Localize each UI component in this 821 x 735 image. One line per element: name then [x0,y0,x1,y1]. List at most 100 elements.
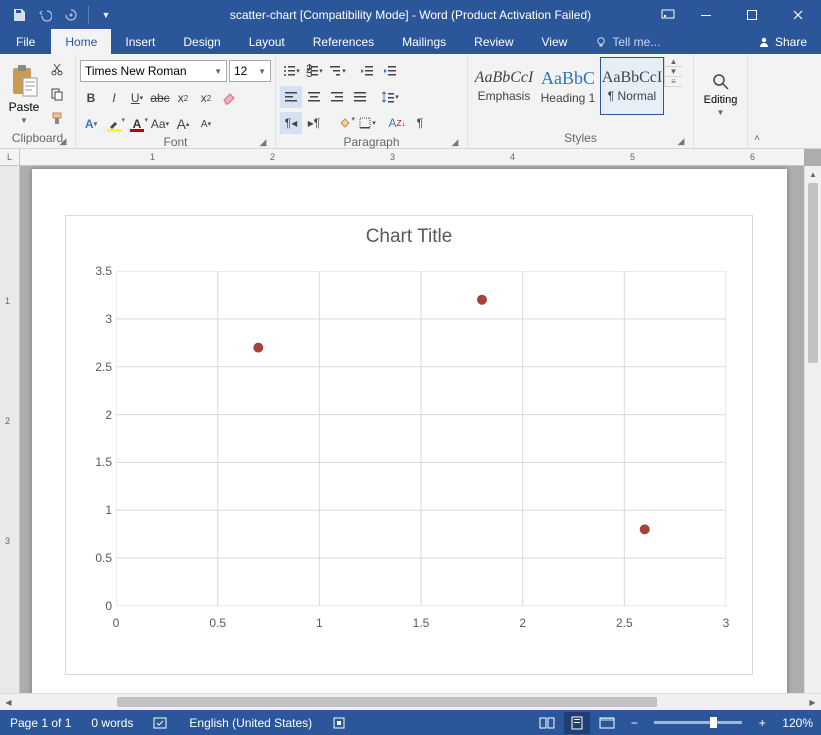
data-point-3 [640,524,650,534]
zoom-out-button[interactable]: − [624,716,644,730]
status-macro[interactable] [322,716,356,730]
subscript-button[interactable]: x2 [172,87,194,109]
status-proofing[interactable] [143,716,179,730]
share-button[interactable]: Share [744,29,821,54]
paste-label: Paste [9,100,40,114]
align-center-button[interactable] [303,86,325,108]
paste-button[interactable]: Paste ▼ [4,57,44,131]
text-effects-button[interactable]: A▾ [80,113,102,135]
font-name-select[interactable]: Times New Roman▼ [80,60,227,82]
sort-button[interactable]: AZ↓ [386,112,408,134]
tab-view[interactable]: View [528,29,582,54]
minimize-button[interactable] [683,0,729,29]
page[interactable]: Chart Title 0 0.5 1 1.5 2 2.5 3 3.5 [32,169,787,699]
align-right-button[interactable] [326,86,348,108]
zoom-in-button[interactable]: + [752,716,772,730]
paragraph-launcher[interactable]: ◢ [449,136,461,148]
close-button[interactable] [775,0,821,29]
save-icon[interactable] [8,4,30,26]
clipboard-label: Clipboard [12,131,63,145]
bullets-button[interactable]: ▾ [280,60,302,82]
scroll-left-button[interactable]: ◀ [0,694,17,710]
highlight-button[interactable]: ▾ [103,113,125,135]
maximize-button[interactable] [729,0,775,29]
style-normal[interactable]: AaBbCcI ¶ Normal [600,57,664,115]
zoom-thumb[interactable] [710,717,717,728]
clipboard-launcher[interactable]: ◢ [57,135,69,147]
numbering-button[interactable]: 123▾ [303,60,325,82]
show-marks-button[interactable]: ¶ [409,112,431,134]
copy-icon [50,87,64,101]
multilevel-icon [328,64,342,78]
ltr-button[interactable]: ¶◂ [280,112,302,134]
tab-insert[interactable]: Insert [111,29,169,54]
tab-review[interactable]: Review [460,29,527,54]
grow-font-button[interactable]: A▴ [172,113,194,135]
scroll-right-button[interactable]: ▶ [804,694,821,710]
justify-button[interactable] [349,86,371,108]
style-emphasis[interactable]: AaBbCcI Emphasis [472,57,536,115]
tab-file[interactable]: File [0,29,51,54]
shading-button[interactable]: ▾ [333,112,355,134]
shrink-font-button[interactable]: A▾ [195,113,217,135]
ruler-horizontal[interactable]: 1 2 3 4 5 6 [20,149,804,166]
web-layout-button[interactable] [594,712,620,734]
align-left-button[interactable] [280,86,302,108]
proofing-icon [153,716,169,730]
find-button[interactable] [711,72,731,92]
rtl-button[interactable]: ▸¶ [303,112,325,134]
tab-home[interactable]: Home [51,29,111,54]
superscript-button[interactable]: x2 [195,87,217,109]
tab-mailings[interactable]: Mailings [388,29,460,54]
status-words[interactable]: 0 words [81,716,143,730]
tab-layout[interactable]: Layout [235,29,299,54]
tab-design[interactable]: Design [169,29,234,54]
line-spacing-button[interactable]: ▾ [379,86,401,108]
font-size-select[interactable]: 12▼ [229,60,271,82]
tell-me[interactable]: Tell me... [581,29,674,54]
redo-icon[interactable] [60,4,82,26]
bucket-icon [338,117,350,129]
tab-references[interactable]: References [299,29,388,54]
ruler-vertical[interactable]: 1 2 3 [0,166,20,708]
scroll-up-button[interactable]: ▲ [805,166,821,183]
underline-button[interactable]: U▾ [126,87,148,109]
cut-button[interactable] [46,59,68,81]
strikethrough-button[interactable]: abc [149,87,171,109]
scroll-thumb-v[interactable] [808,183,818,363]
share-label: Share [775,35,807,49]
status-language[interactable]: English (United States) [179,716,322,730]
macro-icon [332,716,346,730]
read-mode-button[interactable] [534,712,560,734]
undo-icon[interactable] [34,4,56,26]
web-layout-icon [599,717,615,729]
style-heading1[interactable]: AaBbC Heading 1 [536,57,600,115]
scrollbar-vertical[interactable]: ▲ ▼ [804,166,821,708]
font-launcher[interactable]: ◢ [257,136,269,148]
ribbon-options-icon[interactable] [653,0,683,29]
format-painter-button[interactable] [46,107,68,129]
zoom-slider[interactable] [654,721,742,724]
decrease-indent-button[interactable] [356,60,378,82]
italic-button[interactable]: I [103,87,125,109]
scrollbar-horizontal[interactable]: ◀ ▶ [0,693,821,710]
styles-scroll[interactable]: ▲▼≡ [664,57,682,87]
styles-launcher[interactable]: ◢ [675,135,687,147]
borders-button[interactable]: ▾ [356,112,378,134]
collapse-ribbon-button[interactable]: ˄ [748,54,766,148]
chart[interactable]: Chart Title 0 0.5 1 1.5 2 2.5 3 3.5 [65,215,753,675]
zoom-level[interactable]: 120% [776,716,813,730]
status-page[interactable]: Page 1 of 1 [0,716,81,730]
multilevel-button[interactable]: ▾ [326,60,348,82]
change-case-button[interactable]: Aa▾ [149,113,171,135]
copy-button[interactable] [46,83,68,105]
clear-format-button[interactable] [218,87,240,109]
paragraph-label: Paragraph [343,135,399,149]
scroll-thumb-h[interactable] [117,697,657,707]
font-color-button[interactable]: A▾ [126,113,148,135]
increase-indent-button[interactable] [379,60,401,82]
qat-customize-icon[interactable]: ▼ [95,4,117,26]
print-layout-button[interactable] [564,712,590,734]
bold-button[interactable]: B [80,87,102,109]
ruler-corner[interactable]: L [0,149,20,166]
